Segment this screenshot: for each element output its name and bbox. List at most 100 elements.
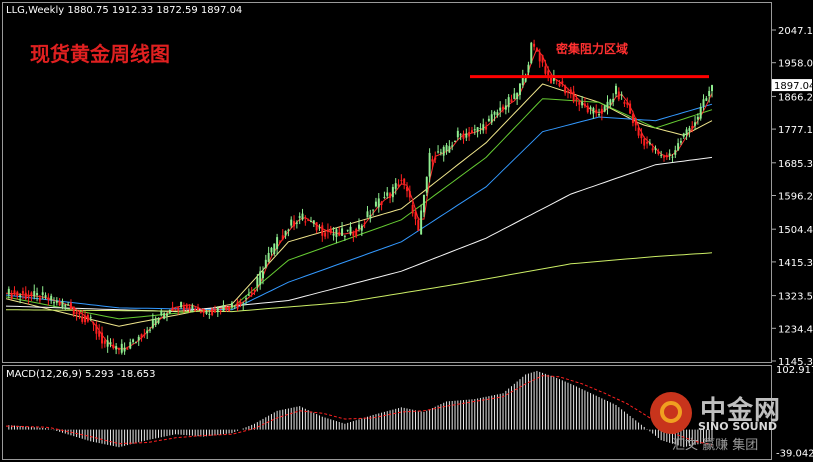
candle-body xyxy=(654,148,657,150)
candle-body xyxy=(417,220,420,231)
candle-body xyxy=(428,152,431,177)
candle-body xyxy=(589,107,592,110)
candle-body xyxy=(603,106,606,112)
candle-body xyxy=(403,178,406,184)
candle-body xyxy=(273,243,276,255)
candle-body xyxy=(10,293,13,299)
candle-body xyxy=(245,298,248,300)
candle-body xyxy=(377,198,380,208)
candle-body xyxy=(694,122,697,126)
candle-body xyxy=(264,259,267,268)
candle-body xyxy=(33,291,36,297)
candle-body xyxy=(343,235,346,237)
price-tick-label: 1415.30 xyxy=(778,258,813,269)
candle-body xyxy=(629,103,632,114)
price-tick-label: 1234.40 xyxy=(778,324,813,335)
candle-body xyxy=(369,214,372,219)
candle-body xyxy=(485,127,488,130)
candle-body xyxy=(389,193,392,199)
candle-body xyxy=(228,306,231,312)
candle-body xyxy=(468,131,471,137)
candle-body xyxy=(445,145,448,152)
candle-body xyxy=(182,306,185,311)
candle-body xyxy=(55,300,58,303)
candle-body xyxy=(346,229,349,231)
chart-canvas: 2047.10 1958.00 1866.20 1777.10 1685.30 1596.… xyxy=(5,26,813,460)
candle-body xyxy=(140,334,143,339)
candle-body xyxy=(555,80,558,82)
candle-body xyxy=(259,271,262,285)
moving-average-fast-line xyxy=(5,47,713,350)
candle-body xyxy=(691,126,694,129)
candle-body xyxy=(437,151,440,153)
price-tick-label: 1777.10 xyxy=(778,125,813,136)
candle-body xyxy=(499,107,502,111)
candle-body xyxy=(253,290,256,292)
candle-body xyxy=(256,277,259,287)
candle-body xyxy=(524,78,527,82)
candle-body xyxy=(247,294,250,296)
candle-body xyxy=(544,66,547,74)
candle-body xyxy=(267,252,270,262)
candle-body xyxy=(651,148,654,151)
candle-body xyxy=(276,237,279,249)
candle-body xyxy=(81,316,84,322)
candle-body xyxy=(442,146,445,156)
chart-title: 现货黄金周线图 xyxy=(30,42,170,66)
candle-body xyxy=(219,310,222,312)
candle-body xyxy=(380,201,383,205)
candle-body xyxy=(439,152,442,154)
candle-body xyxy=(30,292,33,296)
candle-body xyxy=(688,128,691,132)
candle-body xyxy=(53,302,55,304)
candle-body xyxy=(188,306,191,311)
candle-body xyxy=(36,293,39,296)
candle-body xyxy=(75,311,78,315)
candle-body xyxy=(657,150,660,154)
candle-body xyxy=(609,99,612,106)
candle-body xyxy=(397,184,400,187)
candle-body xyxy=(640,133,643,139)
candle-body xyxy=(154,319,157,325)
price-tick-label: 1866.20 xyxy=(778,92,813,103)
candle-body xyxy=(572,91,575,102)
candle-body xyxy=(502,106,505,110)
candle-body xyxy=(44,295,47,298)
current-price-label: 1897.04 xyxy=(774,81,813,92)
candle-body xyxy=(341,228,344,236)
candle-body xyxy=(197,307,200,311)
candle-body xyxy=(606,101,609,109)
candle-body xyxy=(239,301,242,305)
candle-body xyxy=(383,197,386,199)
candle-body xyxy=(451,145,454,147)
candle-body xyxy=(205,310,208,314)
candle-body xyxy=(360,225,363,231)
candle-body xyxy=(425,176,428,193)
candle-body xyxy=(566,91,569,93)
candle-body xyxy=(168,309,171,314)
candle-body xyxy=(696,116,699,120)
candle-body xyxy=(366,211,369,218)
candle-body xyxy=(225,308,228,311)
price-tick-label: 1685.30 xyxy=(778,159,813,170)
candle-body xyxy=(101,332,104,344)
candle-body xyxy=(434,157,437,160)
candle-body xyxy=(679,141,682,143)
candle-body xyxy=(400,179,403,181)
candle-body xyxy=(595,109,598,114)
candle-body xyxy=(171,307,174,311)
candle-body xyxy=(284,230,287,236)
candle-body xyxy=(216,307,219,313)
candle-body xyxy=(490,114,493,123)
candle-body xyxy=(290,219,293,226)
candle-body xyxy=(575,98,578,101)
macd-label: MACD(12,26,9) 5.293 -18.653 xyxy=(6,369,156,380)
candle-body xyxy=(677,143,680,151)
candle-body xyxy=(163,313,166,319)
candle-body xyxy=(95,325,98,334)
candle-body xyxy=(151,319,154,328)
candle-body xyxy=(646,142,649,144)
candle-body xyxy=(493,111,496,115)
candle-body xyxy=(561,81,564,84)
candle-body xyxy=(414,211,417,220)
